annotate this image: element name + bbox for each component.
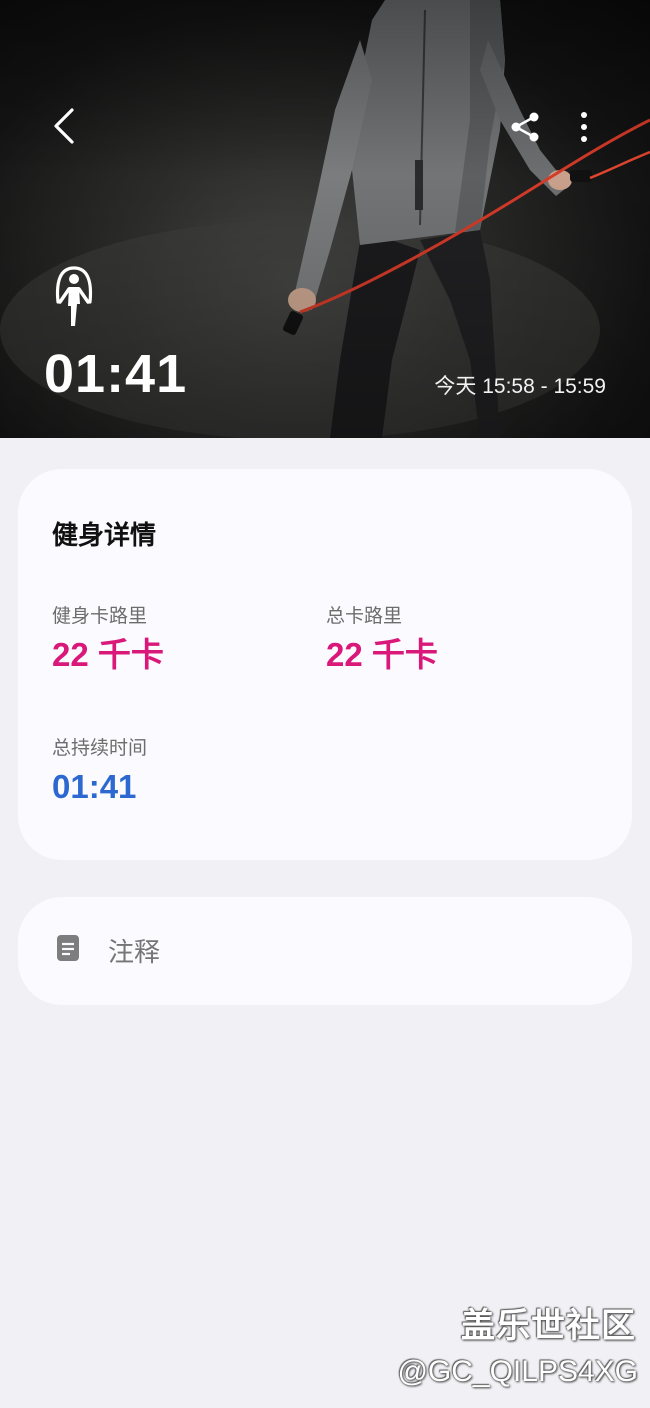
more-vertical-icon bbox=[581, 112, 587, 142]
total-calories-label: 总卡路里 bbox=[326, 606, 403, 627]
notes-card[interactable]: 注释 bbox=[18, 897, 632, 1005]
watermark-handle: @GC_QILPS4XG bbox=[397, 1355, 638, 1388]
details-title: 健身详情 bbox=[52, 520, 157, 550]
chevron-left-icon bbox=[54, 108, 74, 144]
workout-calories-label: 健身卡路里 bbox=[52, 606, 148, 627]
hero-duration: 01:41 bbox=[44, 344, 188, 404]
notes-label: 注释 bbox=[108, 937, 161, 967]
watermark-brand: 盖乐世社区 bbox=[461, 1307, 636, 1345]
note-icon bbox=[57, 935, 79, 961]
total-calories-stat: 总卡路里 22 千卡 bbox=[326, 605, 438, 675]
jump-rope-icon bbox=[55, 266, 93, 326]
workout-calories-stat: 健身卡路里 22 千卡 bbox=[52, 605, 164, 675]
total-duration-value: 01:41 bbox=[52, 768, 137, 805]
hero-banner: 01:41 今天 15:58 - 15:59 bbox=[0, 0, 650, 438]
total-duration-stat: 总持续时间 01:41 bbox=[52, 737, 147, 807]
total-duration-label: 总持续时间 bbox=[52, 738, 148, 759]
hero-time-range: 今天 15:58 - 15:59 bbox=[434, 375, 606, 398]
back-button[interactable] bbox=[40, 102, 88, 150]
share-icon bbox=[511, 112, 539, 142]
workout-details-card: 健身详情 健身卡路里 22 千卡 总卡路里 22 千卡 总持续时间 01:41 bbox=[18, 469, 632, 860]
share-button[interactable] bbox=[502, 104, 548, 150]
total-calories-value: 22 千卡 bbox=[326, 636, 438, 673]
workout-calories-value: 22 千卡 bbox=[52, 636, 164, 673]
more-options-button[interactable] bbox=[562, 104, 606, 150]
